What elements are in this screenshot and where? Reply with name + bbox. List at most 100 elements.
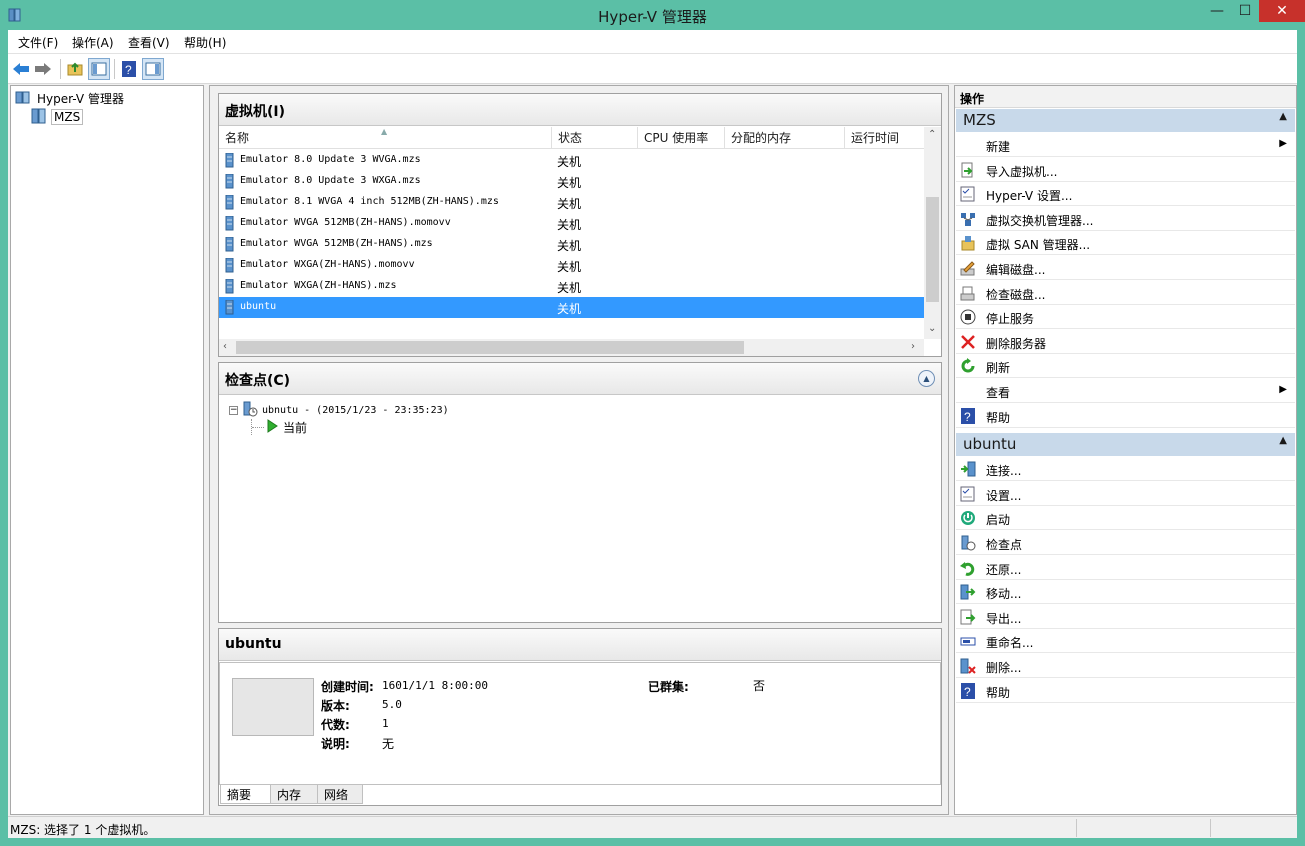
up-folder-icon[interactable] (64, 58, 86, 80)
clustered-label: 已群集: (648, 680, 689, 694)
show-tree-icon[interactable] (88, 58, 110, 80)
menu-action[interactable]: 操作(A) (72, 34, 114, 51)
vm-icon (225, 194, 235, 210)
vm-state: 关机 (557, 260, 582, 274)
vm-icon (225, 173, 235, 189)
scroll-down-icon[interactable]: ⌄ (928, 323, 936, 334)
column-uptime[interactable]: 运行时间 (845, 127, 924, 149)
action-item[interactable]: 移动... (956, 580, 1295, 605)
action-item[interactable]: ? 帮助 (956, 679, 1295, 703)
vm-icon (225, 257, 235, 273)
minimize-button[interactable]: — (1204, 0, 1230, 22)
action-item[interactable]: ? 帮助 (956, 404, 1295, 428)
current-node[interactable]: 当前 (251, 418, 449, 436)
action-item[interactable]: 设置... (956, 482, 1295, 506)
action-item[interactable]: 虚拟 SAN 管理器... (956, 231, 1295, 256)
vm-row[interactable]: Emulator WVGA 512MB(ZH-HANS).momovv 关机 (219, 213, 924, 234)
vm-table-header: 名称 ▲ 状态 CPU 使用率 分配的内存 运行时间 (219, 127, 924, 149)
action-item[interactable]: 删除... (956, 654, 1295, 678)
server-icon (31, 108, 47, 127)
scroll-right-icon[interactable]: › (911, 341, 915, 352)
scroll-left-icon[interactable]: ‹ (223, 341, 227, 352)
action-section-1[interactable]: ubuntu ▲ (956, 433, 1295, 457)
back-arrow-icon[interactable] (10, 58, 32, 80)
column-memory[interactable]: 分配的内存 (725, 127, 845, 149)
checkpoint-icon (960, 535, 976, 551)
action-section-0[interactable]: MZS ▲ (956, 109, 1295, 132)
show-action-pane-icon[interactable] (142, 58, 164, 80)
collapse-icon[interactable]: ▲ (1279, 435, 1287, 446)
created-label: 创建时间: (321, 680, 374, 694)
window-title: Hyper-V 管理器 (598, 8, 707, 26)
checkpoint-node[interactable]: − ubnutu - (2015/1/23 - 23:35:23) (229, 401, 449, 419)
collapse-minus-icon[interactable]: − (229, 405, 238, 415)
current-play-icon (266, 418, 278, 436)
action-item[interactable]: 导入虚拟机... (956, 158, 1295, 182)
forward-arrow-icon[interactable] (32, 58, 54, 80)
tab-memory[interactable]: 内存 (270, 785, 318, 804)
action-item[interactable]: 删除服务器 (956, 330, 1295, 354)
menu-view[interactable]: 查看(V) (128, 34, 170, 51)
action-label: 还原... (986, 562, 1022, 577)
delete-vm-icon (960, 658, 976, 674)
details-title: ubuntu (225, 636, 282, 652)
tree-label: Hyper-V 管理器 (37, 91, 124, 106)
action-label: 编辑磁盘... (986, 263, 1046, 277)
notes-label: 说明: (321, 737, 350, 751)
status-bar: MZS: 选择了 1 个虚拟机。 (8, 816, 1297, 838)
action-item[interactable]: 检查磁盘... (956, 281, 1295, 305)
svg-text:?: ? (964, 685, 971, 699)
action-item[interactable]: 检查点 (956, 531, 1295, 555)
collapse-panel-icon[interactable]: ▲ (918, 370, 935, 387)
help-icon[interactable]: ? (118, 58, 140, 80)
vm-row[interactable]: Emulator 8.1 WVGA 4 inch 512MB(ZH-HANS).… (219, 192, 924, 213)
tab-summary[interactable]: 摘要 (220, 785, 271, 804)
menu-help[interactable]: 帮助(H) (184, 34, 226, 51)
revert-icon (960, 560, 976, 576)
vm-panel: 虚拟机(I) 名称 ▲ 状态 CPU 使用率 分配的内存 运行时间 Emulat… (218, 93, 942, 357)
switch-manager-icon (960, 211, 976, 227)
action-item[interactable]: 刷新 (956, 354, 1295, 379)
action-item[interactable]: 停止服务 (956, 305, 1295, 330)
vm-thumbnail (232, 678, 314, 736)
tab-network[interactable]: 网络 (317, 785, 363, 804)
column-cpu[interactable]: CPU 使用率 (638, 127, 725, 149)
vm-row[interactable]: Emulator WVGA 512MB(ZH-HANS).mzs 关机 (219, 234, 924, 255)
connect-icon (960, 461, 976, 477)
action-item[interactable]: 编辑磁盘... (956, 256, 1295, 280)
scroll-thumb[interactable] (926, 197, 939, 302)
action-item[interactable]: 还原... (956, 556, 1295, 580)
title-bar[interactable]: Hyper-V 管理器 — ☐ ✕ (0, 0, 1305, 30)
action-item[interactable]: 新建 ▶ (956, 133, 1295, 157)
column-state[interactable]: 状态 (552, 127, 638, 149)
stop-icon (960, 309, 976, 325)
vm-horizontal-scrollbar[interactable]: ‹ › (219, 339, 924, 356)
action-item[interactable]: 导出... (956, 605, 1295, 629)
tree-node-server[interactable]: MZS (31, 108, 84, 127)
action-item[interactable]: 连接... (956, 457, 1295, 482)
collapse-icon[interactable]: ▲ (1279, 111, 1287, 122)
vm-vertical-scrollbar[interactable]: ⌃ ⌄ (924, 127, 941, 339)
vm-row[interactable]: Emulator 8.0 Update 3 WXGA.mzs 关机 (219, 171, 924, 192)
close-button[interactable]: ✕ (1259, 0, 1305, 22)
action-item[interactable]: 虚拟交换机管理器... (956, 207, 1295, 231)
action-label: 移动... (986, 587, 1022, 602)
maximize-button[interactable]: ☐ (1232, 0, 1258, 22)
vm-name: Emulator WVGA 512MB(ZH-HANS).mzs (240, 238, 433, 249)
vm-name: Emulator 8.0 Update 3 WXGA.mzs (240, 175, 421, 186)
scroll-up-icon[interactable]: ⌃ (928, 129, 936, 140)
vm-row[interactable]: Emulator 8.0 Update 3 WVGA.mzs 关机 (219, 150, 924, 171)
action-item[interactable]: 启动 (956, 506, 1295, 531)
tree-label: MZS (51, 109, 84, 125)
vm-row[interactable]: Emulator WXGA(ZH-HANS).momovv 关机 (219, 255, 924, 276)
blank-icon (960, 383, 976, 399)
tree-node-hyperv-manager[interactable]: Hyper-V 管理器 (15, 89, 126, 107)
action-item[interactable]: 重命名... (956, 629, 1295, 654)
scroll-thumb[interactable] (236, 341, 744, 354)
action-item[interactable]: Hyper-V 设置... (956, 182, 1295, 207)
menu-file[interactable]: 文件(F) (18, 34, 58, 51)
vm-row[interactable]: Emulator WXGA(ZH-HANS).mzs 关机 (219, 276, 924, 297)
created-value: 1601/1/1 8:00:00 (382, 679, 488, 692)
vm-row[interactable]: ubuntu 关机 (219, 297, 924, 318)
action-item[interactable]: 查看 ▶ (956, 379, 1295, 403)
